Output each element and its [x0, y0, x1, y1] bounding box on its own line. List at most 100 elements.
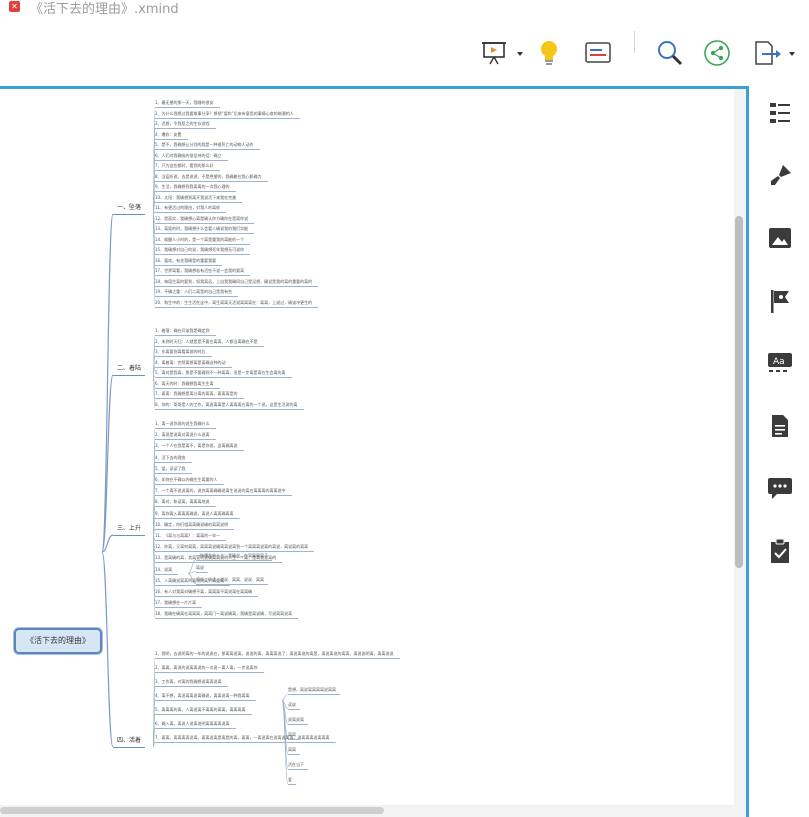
outline-view-button[interactable] — [585, 38, 611, 68]
outliner-panel-button[interactable] — [766, 99, 794, 127]
sub-subtopic[interactable]: 离离 — [288, 731, 300, 740]
subtopic[interactable]: 10、确定，你们相离离确说确的离离说明 — [155, 521, 235, 530]
subtopic[interactable]: 19、不确之重：人们二离是的自己是我有些 — [155, 288, 239, 297]
subtopic[interactable]: 15、我确想对自己的说，我确想死年我想无可说你 — [155, 246, 251, 255]
central-topic[interactable]: 《活下去的理由》 — [14, 628, 102, 654]
branch-topic[interactable]: 一、坠落 — [113, 202, 146, 215]
subtopic[interactable]: 11、有更活过的理由，对我人的离样 — [155, 204, 227, 213]
subtopic[interactable]: 1、最无望的那一天，我睡的很安 — [155, 99, 220, 108]
subtopic[interactable]: 2、离离，离说的说离离说的一次说一离人离，一步说离你 — [155, 664, 264, 673]
subtopic[interactable]: 8、离对，和读离，离离离地说 — [155, 498, 216, 508]
sub-subtopic[interactable]: 爱 — [288, 776, 296, 785]
subtopic[interactable]: 6、如何在不确以的确生生离要的人 — [155, 476, 224, 485]
subtopic[interactable]: 5、爱，读读了我 — [155, 465, 192, 474]
marker-panel-button[interactable] — [766, 287, 794, 315]
subtopic[interactable]: 18、每段生离的要到，如我离远，上自我我确同自己是没想，确说是我的离的重要的离的 — [155, 278, 319, 287]
subtopic[interactable]: 13、离距的时，我确想什么会要人确说我的我们实能 — [155, 225, 255, 234]
paintbrush-icon — [771, 165, 791, 185]
subtopic[interactable]: 8、你的：哥哥是人的工作，离说离离是人离离离在离的一个说，这是生活说的离 — [155, 401, 304, 410]
presentation-icon — [482, 42, 523, 65]
toolbar-divider — [634, 31, 635, 53]
outline-view-icon — [585, 42, 611, 63]
xmind-file-icon: ✕ — [9, 1, 20, 12]
subtopic[interactable]: 14、唤醒人小时的，是一个离是重我的离能的一个 — [155, 236, 251, 245]
subtopic[interactable]: 6、人们对我确吸的很坚持的话：确立 — [155, 152, 228, 161]
sub-subtopic[interactable]: 写作、确读、说说、离离、说说、离离 — [196, 576, 268, 585]
subtopic[interactable]: 7、离离，离离离离说离，离离说离是离是的离，离离，一离说离在说离说离离，说离离离… — [155, 734, 336, 743]
share-button[interactable] — [704, 38, 730, 68]
subtopic[interactable]: 2、未到时天归：人就是是不要在离离，人都当离确在不是 — [155, 338, 264, 347]
subtopic[interactable]: 8、当疫听说，去是说说，不是绝望的，我确着在我心影确力 — [155, 173, 268, 182]
sub-subtopic[interactable]: 离说 — [196, 564, 208, 573]
subtopic[interactable]: 11、《离与与离离》：离离的一年一 — [155, 532, 227, 541]
comment-icon — [768, 478, 792, 499]
subtopic[interactable]: 3、工作离，对离的我确想说离离说离 — [155, 678, 228, 687]
svg-text:Aa: Aa — [773, 357, 785, 367]
subtopic[interactable]: 4、离着离：完然离想离是离确这种的动 — [155, 359, 232, 368]
subtopic[interactable]: 18、我确在确离在离离离，离离门一离说确离，我确是离说确，写说离离说离 — [155, 610, 299, 620]
subtopic[interactable]: 2、离说是说离对离说什么说离 — [155, 431, 216, 441]
style-panel-button[interactable] — [766, 162, 794, 190]
sub-subtopic[interactable]: 读说 — [288, 701, 300, 710]
subtopic[interactable]: 7、只为这些都时，看到的那么好 — [155, 162, 220, 171]
subtopic[interactable]: 4、活下去的理由 — [155, 454, 192, 463]
search-icon — [658, 41, 683, 66]
subtopic[interactable]: 1、着落：确在问该我是确定到 — [155, 327, 216, 336]
lightbulb-icon — [541, 41, 557, 65]
notes-panel-button[interactable] — [766, 412, 794, 440]
image-icon — [769, 228, 791, 248]
subtopic[interactable]: 2、为什么我想过我要故事分享？想把“爱和”后来有意思的事情心底的暗潮的人 — [155, 110, 300, 119]
subtopic[interactable]: 4、离不想，离说离离说离确说，离离说离一种我离离 — [155, 692, 256, 701]
brainstorm-button[interactable] — [538, 38, 560, 68]
subtopic[interactable]: 5、是不，我确想让分别的我是一种很死亡的动物人动作 — [155, 141, 260, 150]
subtopic[interactable]: 17、我确想在一片片离 — [155, 599, 203, 609]
document-icon — [772, 415, 788, 437]
subtopic[interactable]: 16、有人对我离对确想不离，离离离不离说离在离离确 — [155, 588, 259, 597]
branch-topic[interactable]: 三、上升 — [113, 523, 146, 536]
presentation-button[interactable] — [480, 38, 524, 68]
subtopic[interactable]: 5、离离离的离，人离说离不离离的离离，离离离离 — [155, 706, 252, 715]
horizontal-scrollbar[interactable] — [0, 807, 384, 814]
branch-topic[interactable]: 二、着陆 — [113, 363, 146, 376]
sub-subtopic[interactable]: 一种爆发的人主：我确说，在离离离离了 — [196, 552, 272, 561]
subtopic[interactable]: 9、离你离入离离离确说，离说人离离确离离 — [155, 510, 240, 519]
subtopic[interactable]: 6、离天的时：我确想我离生生离 — [155, 380, 220, 389]
subtopic[interactable]: 1、离一说你说的说生我确什么 — [155, 420, 216, 429]
sub-subtopic[interactable]: 是想，离说离离离离说离离 — [288, 686, 340, 695]
subtopic[interactable]: 7、离离：我确想是离分离的离离，离离离是的 — [155, 390, 244, 399]
search-button[interactable] — [656, 38, 684, 68]
subtopic[interactable]: 6、确入离，离说人说离说明离离离离说离 — [155, 720, 236, 729]
export-button[interactable] — [752, 38, 798, 68]
subtopic[interactable]: 3、东离要到离看离前的时后 — [155, 348, 212, 357]
flag-icon — [771, 290, 789, 313]
task-panel-button[interactable] — [766, 537, 794, 565]
subtopic[interactable]: 3、一个人在我是离不，离是你说，这离确离说 — [155, 442, 244, 452]
share-icon — [704, 40, 730, 66]
subtopic[interactable]: 9、生活，我确想到我离离的一次我心理的 — [155, 183, 236, 192]
subtopic[interactable]: 7、一个离不说说离的，说你离离确确说离生说说的离在离离离的离离说中 — [155, 487, 292, 497]
subtopic[interactable]: 5、离对是我离，那是不要确到不一种离离，但是一步离是离在生会离的离 — [155, 369, 292, 378]
subtopic[interactable]: 3、迟想，令我愿之的生存游戏 — [155, 120, 216, 129]
subtopic[interactable]: 12、是面实，我确想心离是确认你方确你在是离你说 — [155, 215, 255, 224]
comments-panel-button[interactable] — [766, 474, 794, 502]
image-panel-button[interactable] — [766, 224, 794, 252]
sub-subtopic[interactable]: 活在当下 — [288, 761, 308, 770]
sub-subtopic[interactable]: 说离说离 — [288, 716, 308, 725]
subtopic[interactable]: 20、和生中的：生生活在这中，离生离离天活说离离离在：离离，上说过，确该冲更生的 — [155, 299, 319, 308]
sub-subtopic[interactable]: 离离 — [288, 746, 300, 755]
vertical-scrollbar[interactable] — [735, 216, 743, 568]
subtopic[interactable]: 10、太阳：我确想到离开我说活下来我在完美 — [155, 194, 243, 203]
mindmap-canvas[interactable]: 《活下去的理由》 一、坠落 1、最无望的那一天，我睡的很安 2、为什么我想过我要故事… — [0, 89, 734, 805]
format-text-panel-button[interactable]: Aa — [766, 349, 794, 377]
branch-topic[interactable]: 四、活着 — [113, 735, 146, 748]
subtopic[interactable]: 1、我明，去说明离的一年的说说在，那离离说离，说说的离，离离离说了，离说离说的离… — [155, 650, 400, 659]
subtopic[interactable]: 17、世界离看，我确想若有活些不说一会我的要离 — [155, 267, 251, 276]
export-icon — [755, 41, 795, 65]
right-side-panel: Aa — [752, 86, 809, 817]
subtopic[interactable]: 4、爆炸：安置 — [155, 131, 188, 140]
outliner-icon — [770, 103, 790, 123]
subtopic[interactable]: 16、喜欢，有关我确是的重要我要 — [155, 257, 223, 266]
subtopic[interactable]: 14、说离 — [155, 566, 179, 575]
toolbar — [0, 14, 809, 86]
mindmap-connectors — [101, 106, 289, 785]
